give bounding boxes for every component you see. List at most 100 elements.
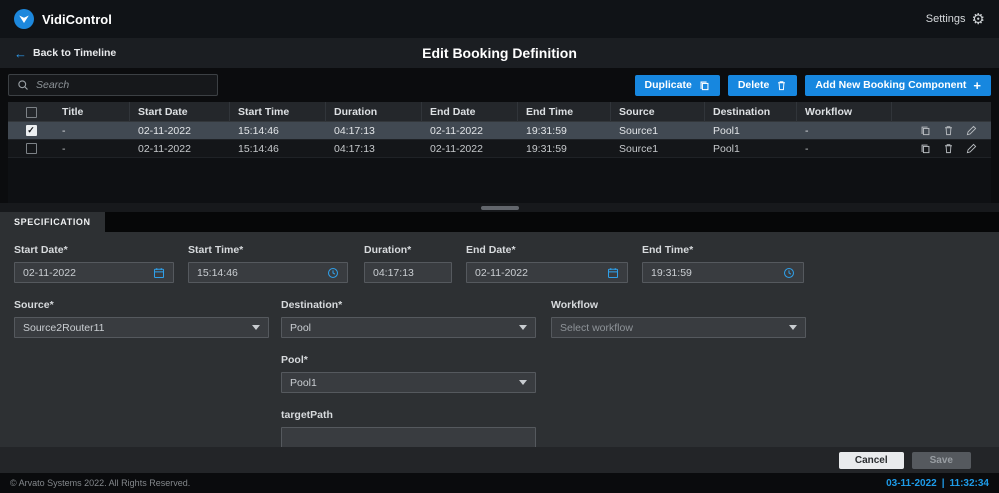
end-time-field[interactable]: 19:31:59 [642,262,804,283]
search-input[interactable] [36,79,209,91]
end-date-field[interactable]: 02-11-2022 [466,262,628,283]
duplicate-label: Duplicate [645,79,692,91]
cell-duration: 04:17:13 [326,125,422,137]
bookings-table: ✓ Title Start Date Start Time Duration E… [0,102,999,203]
delete-label: Delete [738,79,770,91]
calendar-icon[interactable] [607,267,619,279]
end-time-label: End Time* [642,244,804,256]
column-header-end-date[interactable]: End Date [422,102,518,122]
settings-label: Settings [926,13,966,25]
select-all-checkbox[interactable]: ✓ [26,107,37,118]
cell-end-date: 02-11-2022 [422,143,518,155]
gear-icon: ⚙ [972,12,985,27]
pool-label: Pool* [281,354,536,366]
cell-workflow: - [797,143,892,155]
footer-date: 03-11-2022 [886,478,937,489]
trash-icon [776,80,787,91]
settings-button[interactable]: Settings ⚙ [926,12,985,27]
table-header-row: ✓ Title Start Date Start Time Duration E… [8,102,991,122]
app-title: VidiControl [42,12,112,27]
back-arrow-icon: ← [14,47,27,60]
column-header-workflow[interactable]: Workflow [797,102,892,122]
pool-value: Pool1 [290,377,317,389]
specification-form: Start Date* 02-11-2022 Start Time* 15:14… [0,232,999,447]
source-value: Source2Router11 [23,322,105,334]
column-header-destination[interactable]: Destination [705,102,797,122]
cell-start-date: 02-11-2022 [130,125,230,137]
trash-icon[interactable] [943,125,954,136]
duration-value: 04:17:13 [373,267,414,279]
chevron-down-icon [789,325,797,330]
add-new-booking-component-button[interactable]: Add New Booking Component + [805,75,991,96]
calendar-icon[interactable] [153,267,165,279]
column-header-source[interactable]: Source [611,102,705,122]
table-row[interactable]: ✓ - 02-11-2022 15:14:46 04:17:13 02-11-2… [8,122,991,140]
cell-duration: 04:17:13 [326,143,422,155]
row-checkbox[interactable]: ✓ [26,143,37,154]
page-title: Edit Booking Definition [0,45,999,61]
end-time-value: 19:31:59 [651,267,692,279]
cell-title: - [54,143,130,155]
save-button[interactable]: Save [912,452,971,469]
search-box[interactable] [8,74,218,96]
table-row[interactable]: ✓ - 02-11-2022 15:14:46 04:17:13 02-11-2… [8,140,991,158]
cancel-button[interactable]: Cancel [839,452,904,469]
chevron-down-icon [519,380,527,385]
start-date-label: Start Date* [14,244,174,256]
destination-value: Pool [290,322,311,334]
footer-time: 11:32:34 [950,478,989,489]
cell-end-date: 02-11-2022 [422,125,518,137]
cell-destination: Pool1 [705,125,797,137]
cell-end-time: 19:31:59 [518,125,611,137]
back-to-timeline-link[interactable]: ← Back to Timeline [14,47,116,60]
start-time-value: 15:14:46 [197,267,238,279]
start-time-field[interactable]: 15:14:46 [188,262,348,283]
copy-icon[interactable] [920,125,931,136]
vidicontrol-logo-icon [14,9,34,29]
delete-button[interactable]: Delete [728,75,798,96]
workflow-dropdown[interactable]: Select workflow [551,317,806,338]
edit-icon[interactable] [966,143,977,154]
start-time-label: Start Time* [188,244,348,256]
clock-icon[interactable] [783,267,795,279]
column-header-start-time[interactable]: Start Time [230,102,326,122]
cell-source: Source1 [611,125,705,137]
cell-source: Source1 [611,143,705,155]
copy-icon [699,80,710,91]
destination-dropdown[interactable]: Pool [281,317,536,338]
workflow-value: Select workflow [560,322,633,334]
target-path-label: targetPath [281,409,536,421]
target-path-input[interactable] [281,427,536,447]
column-header-title[interactable]: Title [54,102,130,122]
column-header-end-time[interactable]: End Time [518,102,611,122]
footer: © Arvato Systems 2022. All Rights Reserv… [0,473,999,493]
tab-bar: SPECIFICATION [0,212,999,232]
row-checkbox[interactable]: ✓ [26,125,37,136]
column-header-start-date[interactable]: Start Date [130,102,230,122]
pool-dropdown[interactable]: Pool1 [281,372,536,393]
edit-icon[interactable] [966,125,977,136]
source-dropdown[interactable]: Source2Router11 [14,317,269,338]
trash-icon[interactable] [943,143,954,154]
app-window: VidiControl Settings ⚙ Edit Booking Defi… [0,0,999,493]
cell-title: - [54,125,130,137]
destination-label: Destination* [281,299,536,311]
panel-splitter [0,203,999,212]
brand: VidiControl [14,9,112,29]
tab-specification[interactable]: SPECIFICATION [0,212,105,232]
table-empty-area [8,158,991,203]
column-header-duration[interactable]: Duration [326,102,422,122]
check-icon: ✓ [27,126,35,135]
source-label: Source* [14,299,269,311]
copy-icon[interactable] [920,143,931,154]
copyright-text: © Arvato Systems 2022. All Rights Reserv… [10,478,190,488]
clock-icon[interactable] [327,267,339,279]
start-date-field[interactable]: 02-11-2022 [14,262,174,283]
duplicate-button[interactable]: Duplicate [635,75,720,96]
app-header: VidiControl Settings ⚙ [0,0,999,38]
cell-end-time: 19:31:59 [518,143,611,155]
cell-start-time: 15:14:46 [230,125,326,137]
splitter-drag-handle[interactable] [481,206,519,210]
duration-field[interactable]: 04:17:13 [364,262,452,283]
duration-label: Duration* [364,244,452,256]
